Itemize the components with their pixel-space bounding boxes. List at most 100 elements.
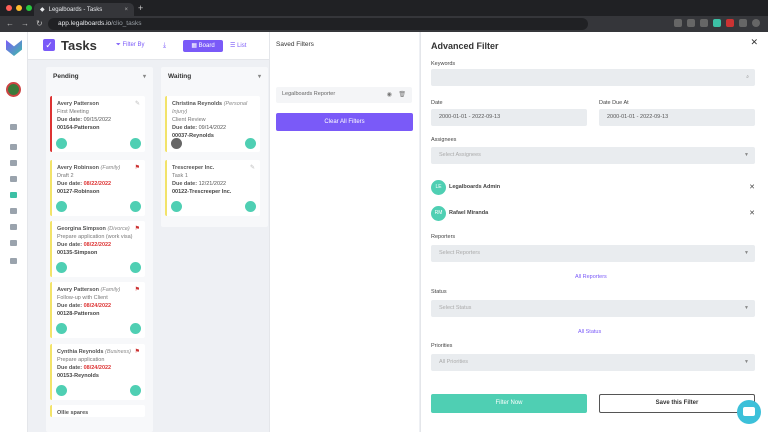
- clear-all-filters-button[interactable]: Clear All Filters: [276, 113, 413, 131]
- filter-by-button[interactable]: ⏷ Filter By: [116, 42, 145, 49]
- card-due: Due date: 08/24/2022: [57, 302, 140, 310]
- puzzle-icon[interactable]: [739, 19, 747, 27]
- assignee-avatar[interactable]: [171, 201, 182, 212]
- legalboards-logo[interactable]: [6, 40, 22, 56]
- keywords-input[interactable]: ⌕: [431, 69, 755, 86]
- assignee-avatar[interactable]: [130, 138, 141, 149]
- due-date: 08/22/2022: [83, 242, 112, 248]
- users-icon[interactable]: [10, 176, 17, 182]
- column-header[interactable]: Waiting ▾: [161, 67, 268, 87]
- profile-icon[interactable]: [752, 19, 760, 27]
- trash-icon[interactable]: 🗑: [398, 91, 406, 98]
- card-due: Due date: 09/15/2022: [57, 116, 140, 124]
- new-tab-icon[interactable]: +: [138, 3, 143, 13]
- help-icon[interactable]: [10, 240, 17, 246]
- assignee-avatar[interactable]: [130, 385, 141, 396]
- assignee-avatar[interactable]: [56, 323, 67, 334]
- card-client: Avery Patterson (Family): [57, 286, 140, 294]
- minimize-window-icon[interactable]: [16, 5, 22, 11]
- remove-assignee-icon[interactable]: ✕: [749, 183, 755, 191]
- all-reporters-link[interactable]: All Reporters: [575, 274, 607, 280]
- priorities-select[interactable]: All Priorities ▼: [431, 354, 755, 371]
- edit-icon[interactable]: ✎: [250, 164, 255, 172]
- card-task: First Meeting: [57, 109, 89, 115]
- eye-icon[interactable]: ◉: [387, 91, 392, 98]
- assignees-select[interactable]: Select Assignees ▼: [431, 147, 755, 164]
- assignee-initials: RM: [431, 206, 446, 221]
- chat-bubble-icon[interactable]: [737, 400, 761, 424]
- user-avatar[interactable]: [6, 82, 21, 97]
- card-task: Client Review: [172, 117, 206, 123]
- tasks-icon[interactable]: [10, 192, 17, 198]
- window-controls[interactable]: [6, 5, 32, 11]
- client-name: Georgina Simpson: [57, 226, 106, 232]
- assignee-avatar[interactable]: [130, 323, 141, 334]
- briefcase-icon[interactable]: [10, 160, 17, 166]
- bookmark-icon[interactable]: [700, 19, 708, 27]
- task-card[interactable]: Avery Patterson (Family) Follow-up with …: [50, 282, 145, 338]
- task-card[interactable]: Ollie spares: [50, 405, 145, 417]
- assignee-avatar[interactable]: [245, 201, 256, 212]
- task-card[interactable]: Cynthia Reynolds (Business) Prepare appl…: [50, 344, 145, 400]
- list-view-button[interactable]: ☰ List: [230, 42, 246, 49]
- extension-icon[interactable]: [713, 19, 721, 27]
- forward-icon[interactable]: →: [21, 19, 29, 28]
- due-date: 08/24/2022: [83, 365, 112, 371]
- date-due-range-input[interactable]: 2000-01-01 - 2022-09-13: [599, 109, 755, 126]
- assignee-avatar[interactable]: [56, 201, 67, 212]
- status-placeholder: Select Status: [439, 305, 472, 311]
- assignee-photo[interactable]: [171, 138, 182, 149]
- list-label: List: [237, 43, 247, 49]
- remove-assignee-icon[interactable]: ✕: [749, 209, 755, 217]
- close-window-icon[interactable]: [6, 5, 12, 11]
- assignee-avatar[interactable]: [130, 201, 141, 212]
- assignee-avatar[interactable]: [56, 262, 67, 273]
- reporters-select[interactable]: Select Reporters ▼: [431, 245, 755, 262]
- lock-icon[interactable]: [10, 124, 17, 130]
- assignee-avatar[interactable]: [245, 138, 256, 149]
- card-matter-id: 00127-Robinson: [57, 189, 100, 195]
- chevron-down-icon[interactable]: ▾: [143, 73, 146, 81]
- close-icon[interactable]: ✕: [750, 37, 758, 48]
- due-label: Due date:: [57, 181, 83, 187]
- chevron-down-icon[interactable]: ▾: [258, 73, 261, 81]
- chart-icon[interactable]: [10, 208, 17, 214]
- extension-icon[interactable]: [726, 19, 734, 27]
- card-matter-id: 00037-Reynolds: [172, 133, 214, 139]
- url-bar[interactable]: app.legalboards.io/clio_tasks: [48, 18, 588, 30]
- filter-now-button[interactable]: Filter Now: [431, 394, 587, 413]
- saved-filter-item[interactable]: Legalboards Reporter ◉ 🗑: [276, 87, 412, 103]
- task-card[interactable]: Trescreeper Inc. Task 1 Due date: 12/21/…: [165, 160, 260, 216]
- list-icon[interactable]: [10, 144, 17, 150]
- back-icon[interactable]: ←: [6, 19, 14, 28]
- task-card[interactable]: Avery Robinson (Family) Draft 2 Due date…: [50, 160, 145, 216]
- column-pending: Pending ▾ Avery Patterson First Meeting D…: [46, 67, 153, 432]
- save-filter-button[interactable]: Save this Filter: [599, 394, 755, 413]
- card-client: Georgina Simpson (Divorce): [57, 225, 140, 233]
- reload-icon[interactable]: ↻: [36, 19, 43, 28]
- assignee-avatar[interactable]: [56, 138, 67, 149]
- logout-icon[interactable]: [10, 258, 17, 264]
- date-due-label: Date Due At: [599, 100, 629, 106]
- task-card[interactable]: Christina Reynolds (Personal Injury) Cli…: [165, 96, 260, 152]
- board-view-button[interactable]: ▦ Board: [183, 40, 223, 52]
- address-bar-row: ← → ↻ app.legalboards.io/clio_tasks: [0, 16, 768, 32]
- task-card[interactable]: Avery Patterson First Meeting Due date: …: [50, 96, 145, 152]
- saved-filter-name: Legalboards Reporter: [282, 91, 336, 97]
- assignee-avatar[interactable]: [56, 385, 67, 396]
- date-range-input[interactable]: 2000-01-01 - 2022-09-13: [431, 109, 587, 126]
- settings-icon[interactable]: [10, 224, 17, 230]
- share-icon[interactable]: [687, 19, 695, 27]
- key-icon[interactable]: [674, 19, 682, 27]
- all-status-link[interactable]: All Status: [578, 329, 601, 335]
- browser-tab[interactable]: ◆ Legalboards - Tasks ×: [34, 3, 134, 16]
- task-card[interactable]: Georgina Simpson (Divorce) Prepare appli…: [50, 221, 145, 277]
- edit-icon[interactable]: ✎: [135, 100, 140, 108]
- download-icon[interactable]: ⤓: [163, 42, 166, 50]
- status-select[interactable]: Select Status ▼: [431, 300, 755, 317]
- column-header[interactable]: Pending ▾: [46, 67, 153, 87]
- saved-filters-title: Saved Filters: [276, 41, 314, 48]
- close-tab-icon[interactable]: ×: [124, 7, 128, 13]
- maximize-window-icon[interactable]: [26, 5, 32, 11]
- assignee-avatar[interactable]: [130, 262, 141, 273]
